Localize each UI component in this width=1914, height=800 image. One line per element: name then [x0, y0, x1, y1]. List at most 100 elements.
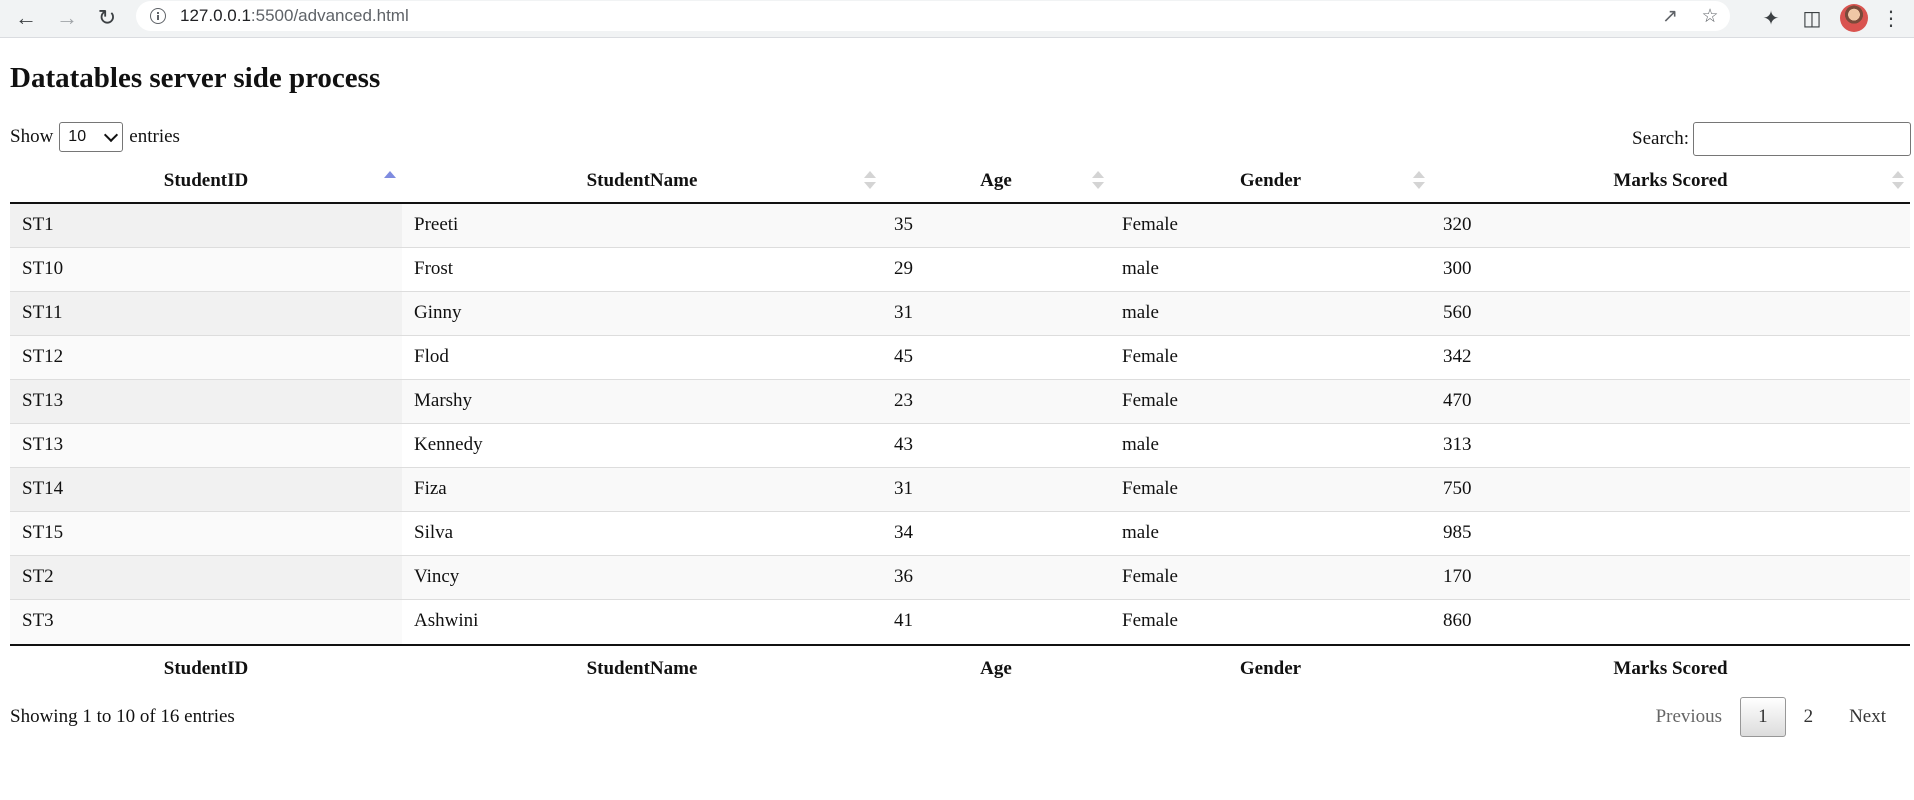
cell-studentname: Flod [414, 346, 449, 367]
extensions-icon[interactable]: ✦ [1756, 3, 1786, 33]
page-button-1[interactable]: 1 [1740, 697, 1786, 737]
profile-avatar[interactable] [1840, 4, 1868, 32]
table-body: ST1 Preeti 35 Female 320 ST10 Frost 29 m… [10, 204, 1910, 646]
cell-gender: Female [1122, 346, 1178, 367]
page-button-2[interactable]: 2 [1786, 697, 1832, 737]
cell-gender: male [1122, 258, 1159, 279]
cell-studentname: Vincy [414, 566, 460, 587]
cell-studentid: ST15 [10, 512, 402, 555]
column-header-label: Marks Scored [1613, 170, 1728, 191]
column-header-gender[interactable]: Gender [1110, 160, 1431, 202]
footer-studentname: StudentName [586, 658, 698, 679]
cell-age: 34 [894, 522, 913, 543]
table-row[interactable]: ST11 Ginny 31 male 560 [10, 292, 1910, 336]
table-footer: StudentID StudentName Age Gender Marks S… [10, 646, 1910, 692]
search-input[interactable] [1693, 122, 1911, 156]
students-table: StudentID StudentName Age Gender Marks S… [10, 160, 1910, 692]
side-panel-icon[interactable]: ◫ [1797, 3, 1827, 33]
cell-age: 23 [894, 390, 913, 411]
column-header-studentname[interactable]: StudentName [402, 160, 882, 202]
cell-age: 43 [894, 434, 913, 455]
reload-icon[interactable]: ↻ [92, 3, 122, 33]
browser-toolbar: ← → ↻ 127.0.0.1:5500/advanced.html ↗ ☆ ✦… [0, 0, 1914, 38]
cell-marks-scored: 320 [1443, 214, 1472, 235]
column-header-age[interactable]: Age [882, 160, 1110, 202]
cell-marks-scored: 342 [1443, 346, 1472, 367]
cell-marks-scored: 470 [1443, 390, 1472, 411]
footer-age: Age [980, 658, 1012, 679]
cell-studentid: ST1 [10, 204, 402, 247]
table-row[interactable]: ST10 Frost 29 male 300 [10, 248, 1910, 292]
cell-studentname: Fiza [414, 478, 447, 499]
table-row[interactable]: ST13 Marshy 23 Female 470 [10, 380, 1910, 424]
cell-studentid: ST11 [10, 292, 402, 335]
sort-icon [1413, 171, 1425, 193]
table-row[interactable]: ST14 Fiza 31 Female 750 [10, 468, 1910, 512]
menu-kebab-icon[interactable]: ⋮ [1876, 3, 1906, 33]
pagination: Previous 1 2 Next [1638, 697, 1904, 737]
table-row[interactable]: ST13 Kennedy 43 male 313 [10, 424, 1910, 468]
footer-marks-scored: Marks Scored [1613, 658, 1728, 679]
entries-label: entries [129, 126, 180, 147]
cell-gender: Female [1122, 566, 1178, 587]
cell-gender: Female [1122, 478, 1178, 499]
search-filter: Search: [1632, 122, 1911, 156]
url-text[interactable]: 127.0.0.1:5500/advanced.html [180, 6, 409, 26]
page-title: Datatables server side process [10, 62, 381, 94]
cell-gender: male [1122, 522, 1159, 543]
cell-studentname: Silva [414, 522, 454, 543]
bookmark-star-icon[interactable]: ☆ [1690, 1, 1730, 31]
column-header-marks-scored[interactable]: Marks Scored [1431, 160, 1910, 202]
sort-icon [1092, 171, 1104, 193]
entries-select-value: 10 [68, 128, 87, 145]
sort-ascending-icon [384, 171, 396, 193]
cell-gender: male [1122, 302, 1159, 323]
cell-marks-scored: 300 [1443, 258, 1472, 279]
length-menu: Show 10 entries [10, 122, 180, 152]
cell-gender: Female [1122, 214, 1178, 235]
table-row[interactable]: ST3 Ashwini 41 Female 860 [10, 600, 1910, 644]
table-row[interactable]: ST15 Silva 34 male 985 [10, 512, 1910, 556]
table-header: StudentID StudentName Age Gender Marks S… [10, 160, 1910, 204]
sort-icon [1892, 171, 1904, 193]
cell-studentname: Frost [414, 258, 454, 279]
cell-marks-scored: 313 [1443, 434, 1472, 455]
cell-studentid: ST2 [10, 556, 402, 599]
cell-studentid: ST13 [10, 424, 402, 467]
site-info-icon[interactable] [150, 8, 166, 24]
column-header-studentid[interactable]: StudentID [10, 160, 402, 202]
cell-studentname: Ginny [414, 302, 462, 323]
back-icon[interactable]: ← [11, 3, 41, 33]
cell-studentname: Marshy [414, 390, 473, 411]
cell-age: 35 [894, 214, 913, 235]
cell-marks-scored: 170 [1443, 566, 1472, 587]
cell-age: 45 [894, 346, 913, 367]
cell-marks-scored: 560 [1443, 302, 1472, 323]
table-row[interactable]: ST12 Flod 45 Female 342 [10, 336, 1910, 380]
next-button[interactable]: Next [1831, 697, 1904, 737]
forward-icon[interactable]: → [52, 3, 82, 33]
cell-age: 41 [894, 610, 913, 631]
cell-gender: male [1122, 434, 1159, 455]
cell-studentid: ST12 [10, 336, 402, 379]
column-header-label: Gender [1239, 170, 1302, 191]
cell-gender: Female [1122, 390, 1178, 411]
column-header-label: StudentID [163, 170, 249, 191]
cell-marks-scored: 750 [1443, 478, 1472, 499]
cell-marks-scored: 985 [1443, 522, 1472, 543]
cell-studentid: ST14 [10, 468, 402, 511]
cell-gender: Female [1122, 610, 1178, 631]
cell-studentid: ST10 [10, 248, 402, 291]
cell-age: 36 [894, 566, 913, 587]
column-header-label: Age [980, 170, 1012, 191]
entries-select[interactable]: 10 [59, 122, 124, 152]
share-icon[interactable]: ↗ [1650, 1, 1690, 31]
cell-marks-scored: 860 [1443, 610, 1472, 631]
address-bar[interactable]: 127.0.0.1:5500/advanced.html ↗ ☆ [136, 1, 1730, 31]
table-row[interactable]: ST1 Preeti 35 Female 320 [10, 204, 1910, 248]
cell-studentname: Preeti [414, 214, 459, 235]
previous-button[interactable]: Previous [1638, 697, 1741, 737]
table-row[interactable]: ST2 Vincy 36 Female 170 [10, 556, 1910, 600]
cell-studentid: ST13 [10, 380, 402, 423]
sort-icon [864, 171, 876, 193]
